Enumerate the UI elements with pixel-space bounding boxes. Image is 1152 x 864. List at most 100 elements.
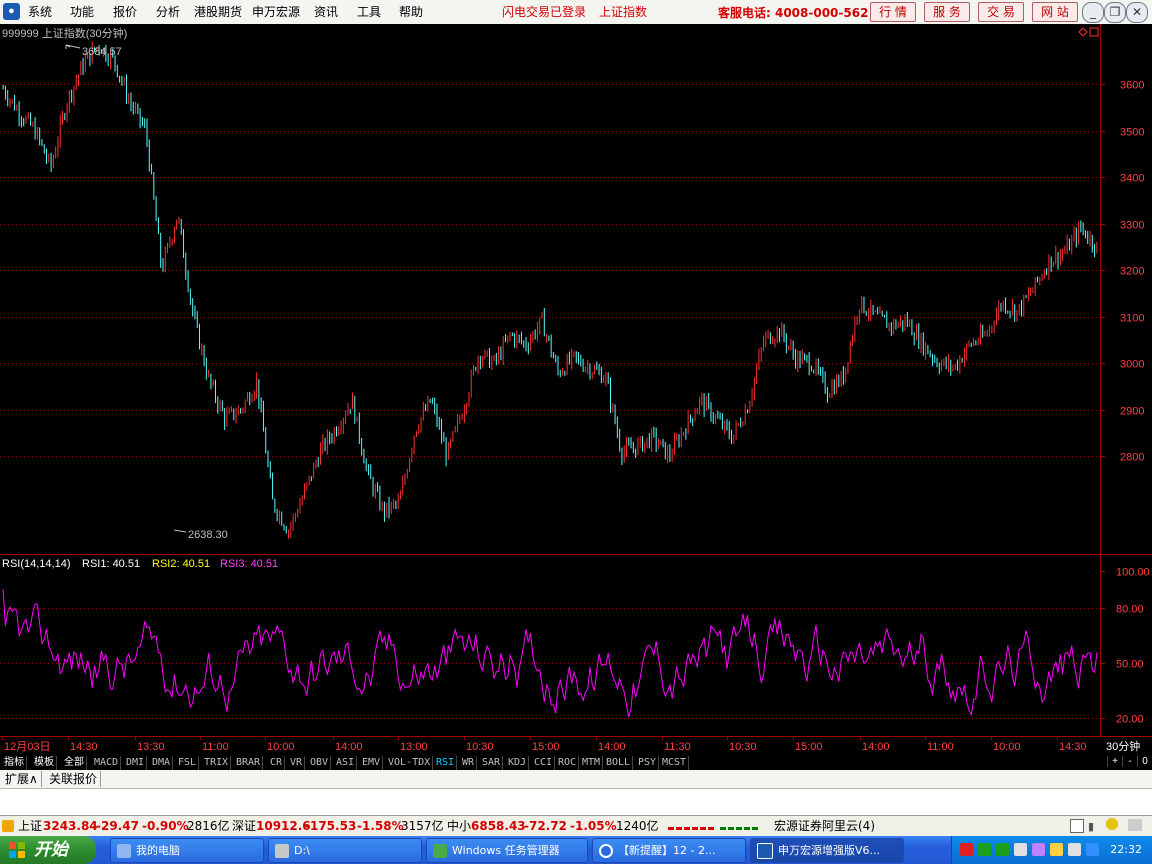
restore-icon[interactable]: ❐ — [1104, 2, 1126, 23]
menu-system[interactable]: 系统 — [28, 3, 52, 20]
menu-tools[interactable]: 工具 — [357, 3, 381, 20]
indicator-tab-roc[interactable]: ROC — [556, 756, 580, 770]
app-logo-icon[interactable]: ● — [3, 3, 20, 20]
indicator-tab-rsi[interactable]: RSI — [434, 756, 458, 770]
tab-related-quotes[interactable]: 关联报价 — [46, 771, 102, 787]
sound-icon[interactable] — [1106, 818, 1118, 830]
indicator-tab-指标[interactable]: 指标 — [2, 756, 27, 770]
start-label: 开始 — [34, 840, 68, 859]
tray-shield-icon[interactable] — [1050, 843, 1063, 856]
indicator-tab-psy[interactable]: PSY — [636, 756, 660, 770]
broker-server[interactable]: 宏源证券阿里云(4) — [774, 818, 875, 834]
sz-index-name[interactable]: 深证 — [232, 818, 256, 834]
close-icon[interactable]: ✕ — [1126, 2, 1148, 23]
tray-green-icon[interactable] — [996, 843, 1009, 856]
sme-index-value: 6858.43 — [471, 819, 526, 833]
alert-icon[interactable] — [2, 820, 14, 832]
windows-taskbar: 开始 我的电脑 D:\ Windows 任务管理器 【新提醒】12 - 2...… — [0, 836, 1152, 864]
start-button[interactable]: 开始 — [0, 836, 96, 864]
pager-button-1[interactable]: - — [1122, 756, 1137, 767]
menu-news[interactable]: 资讯 — [314, 3, 338, 20]
tray-ime-icon[interactable] — [960, 843, 973, 856]
indicator-tab-sar[interactable]: SAR — [480, 756, 504, 770]
sh-index-value: 3243.84 — [43, 819, 98, 833]
kline-chart[interactable]: 3600 3500 3400 3300 3200 3100 3000 2900 2800 9999… — [0, 24, 1152, 756]
time-axis-label: 14:30 — [1059, 741, 1087, 753]
sme-index-name[interactable]: 中小 — [447, 818, 471, 834]
tray-network-icon[interactable] — [1032, 843, 1045, 856]
nav-trade-button[interactable]: 交 易 — [978, 2, 1024, 22]
sme-index-amount: 1240亿 — [616, 819, 659, 833]
indicator-tab-cci[interactable]: CCI — [532, 756, 556, 770]
pager-button-2[interactable]: 0 — [1137, 756, 1152, 767]
tray-display-icon[interactable] — [1068, 843, 1081, 856]
tray-app-icon[interactable] — [978, 843, 991, 856]
nav-service-button[interactable]: 服 务 — [924, 2, 970, 22]
indicator-tab-dmi[interactable]: DMI — [124, 756, 148, 770]
task-swhy-app[interactable]: 申万宏源增强版V6... — [750, 838, 904, 863]
indicator-tab-kdj[interactable]: KDJ — [506, 756, 530, 770]
task-browser[interactable]: 【新提醒】12 - 2... — [592, 838, 746, 863]
indicator-tab-vol-tdx[interactable]: VOL-TDX — [386, 756, 434, 770]
indicator-tab-macd[interactable]: MACD — [92, 756, 122, 770]
menu-help[interactable]: 帮助 — [399, 3, 423, 20]
menu-hk-futures[interactable]: 港股期货 — [194, 3, 242, 20]
maximize-panel-icon — [1089, 27, 1099, 37]
time-axis-label: 14:00 — [862, 741, 890, 753]
indicator-tab-全部[interactable]: 全部 — [62, 756, 87, 770]
indicator-tab-boll[interactable]: BOLL — [604, 756, 634, 770]
pager-button-0[interactable]: + — [1107, 756, 1122, 767]
indicator-tab-brar[interactable]: BRAR — [234, 756, 264, 770]
task-drive-d[interactable]: D:\ — [268, 838, 422, 863]
rsi2-value: RSI2: 40.51 — [152, 558, 210, 570]
indicator-tab-fsl[interactable]: FSL — [176, 756, 200, 770]
sz-index-percent: -1.58% — [357, 819, 404, 833]
window-icon[interactable] — [1070, 819, 1084, 833]
nav-market-button[interactable]: 行 情 — [870, 2, 916, 22]
nav-website-button[interactable]: 网 站 — [1032, 2, 1078, 22]
menu-bar: ● 系统 功能 报价 分析 港股期货 申万宏源 资讯 工具 帮助 闪电交易已登录… — [0, 0, 1152, 25]
trade-login-status[interactable]: 闪电交易已登录 — [502, 3, 586, 20]
indicator-tab-mtm[interactable]: MTM — [580, 756, 604, 770]
lock-icon[interactable] — [1128, 819, 1142, 831]
price-tick-label: 3200 — [1120, 266, 1144, 278]
rsi-tick-label: 80.00 — [1116, 604, 1144, 616]
sh-index-name[interactable]: 上证 — [18, 818, 42, 834]
price-tick-label: 3600 — [1120, 80, 1144, 92]
indicator-tab-emv[interactable]: EMV — [360, 756, 384, 770]
signal-icon[interactable]: ▮ — [1088, 819, 1102, 833]
indicator-tab-mcst[interactable]: MCST — [660, 756, 690, 770]
rsi-header-name: RSI(14,14,14) — [2, 558, 70, 570]
low-price-label: 2638.30 — [188, 529, 228, 541]
indicator-tab-trix[interactable]: TRIX — [202, 756, 232, 770]
indicator-tab-dma[interactable]: DMA — [150, 756, 174, 770]
system-tray: 22:32 — [951, 836, 1152, 864]
chart-area[interactable]: 3600 3500 3400 3300 3200 3100 3000 2900 2800 9999… — [0, 24, 1152, 756]
price-tick-label: 3100 — [1120, 313, 1144, 325]
minimize-icon[interactable]: _ — [1082, 2, 1104, 23]
indicator-tab-obv[interactable]: OBV — [308, 756, 332, 770]
sme-index-percent: -1.05% — [570, 819, 617, 833]
service-hotline: 客服电话: 4008-000-562 — [718, 6, 869, 20]
swhy-app-icon — [757, 843, 773, 859]
browser-icon — [599, 844, 613, 858]
indicator-tab-vr[interactable]: VR — [288, 756, 306, 770]
tray-bluetooth-icon[interactable] — [1086, 843, 1099, 856]
task-task-manager[interactable]: Windows 任务管理器 — [426, 838, 588, 863]
indicator-tab-asi[interactable]: ASI — [334, 756, 358, 770]
tab-expand[interactable]: 扩展∧ — [2, 771, 42, 787]
indicator-tab-wr[interactable]: WR — [460, 756, 478, 770]
time-axis-label: 11:00 — [927, 741, 954, 753]
menu-quotes[interactable]: 报价 — [113, 3, 137, 20]
task-my-computer[interactable]: 我的电脑 — [110, 838, 264, 863]
indicator-tab-cr[interactable]: CR — [268, 756, 286, 770]
time-axis-label: 14:00 — [598, 741, 626, 753]
time-axis-label: 10:00 — [267, 741, 295, 753]
tray-volume-icon[interactable] — [1014, 843, 1027, 856]
menu-swhy[interactable]: 申万宏源 — [252, 3, 300, 20]
computer-icon — [117, 844, 131, 858]
menu-analysis[interactable]: 分析 — [156, 3, 180, 20]
menu-function[interactable]: 功能 — [70, 3, 94, 20]
indicator-tab-模板[interactable]: 模板 — [32, 756, 57, 770]
task-manager-icon — [433, 844, 447, 858]
